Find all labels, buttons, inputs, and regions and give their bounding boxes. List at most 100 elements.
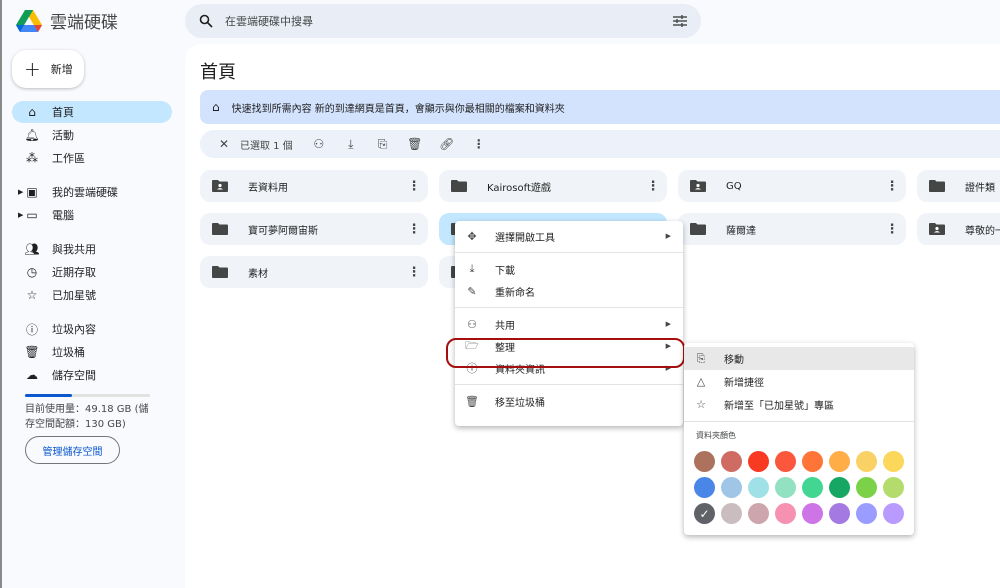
sidebar-item-home[interactable]: ⌂ 首頁 xyxy=(12,101,172,123)
trash-icon[interactable]: 🗑︎ xyxy=(399,137,431,151)
folder-color-swatch[interactable] xyxy=(856,477,877,498)
home-icon: ⌂ xyxy=(28,105,36,119)
rename-icon: ✎ xyxy=(467,284,477,298)
sidebar-item-recent[interactable]: ◷ 近期存取 xyxy=(12,261,172,283)
folder-card[interactable]: Kairosoft遊戲 ⋮ xyxy=(439,170,667,202)
expand-caret-icon[interactable]: ▶ xyxy=(18,211,23,219)
menu-item-download[interactable]: ⤓ 下載 xyxy=(455,258,683,280)
menu-item-move-to-trash[interactable]: 🗑︎ 移至垃圾桶 xyxy=(455,390,683,412)
search-input[interactable]: 在雲端硬碟中搜尋 xyxy=(225,13,673,29)
folder-color-swatch[interactable] xyxy=(802,477,823,498)
submenu-item-move[interactable]: ⎘ 移動 xyxy=(684,347,914,370)
folder-color-swatch[interactable] xyxy=(721,503,742,524)
selection-count: 已選取 1 個 xyxy=(240,140,293,152)
folder-color-swatch[interactable] xyxy=(775,503,796,524)
sidebar-item-my-drive[interactable]: ▶ ▣ 我的雲端硬碟 xyxy=(12,181,172,203)
folder-color-swatch[interactable] xyxy=(829,503,850,524)
folder-color-swatch[interactable] xyxy=(802,503,823,524)
sidebar-item-starred[interactable]: ☆ 已加星號 xyxy=(12,284,172,306)
folder-color-swatch[interactable] xyxy=(694,451,715,472)
info-banner: ⌂ 快速找到所需內容 新的到達網頁是首頁，會顯示與你最相關的檔案和資料夾 xyxy=(200,90,1000,124)
folder-card[interactable]: 薩爾達 ⋮ xyxy=(678,213,906,245)
share-icon[interactable]: ⚇ xyxy=(303,137,335,151)
sidebar-item-workspaces[interactable]: ⁂ 工作區 xyxy=(12,147,172,169)
move-icon: ⎘ xyxy=(696,351,706,365)
sidebar-item-label: 已加星號 xyxy=(52,289,96,302)
sidebar-item-storage[interactable]: ☁︎ 儲存空間 xyxy=(12,364,172,386)
folder-color-swatch[interactable] xyxy=(856,503,877,524)
bell-icon: 🔔︎ xyxy=(24,128,40,142)
folder-color-swatch[interactable] xyxy=(721,477,742,498)
folder-card[interactable]: 證件類⋮ xyxy=(917,170,1000,202)
folder-card[interactable]: 丟資料用 ⋮ xyxy=(200,170,428,202)
menu-item-open-with[interactable]: ✥ 選擇開啟工具 ▶ xyxy=(455,225,683,247)
spam-icon: ⓘ xyxy=(25,322,38,337)
more-options-icon[interactable]: ⋮ xyxy=(643,179,663,194)
menu-item-share[interactable]: ⚇ 共用 ▶ xyxy=(455,313,683,335)
folder-name: 丟資料用 xyxy=(248,182,288,194)
folder-name: GQ xyxy=(726,180,742,192)
more-options-icon[interactable]: ⋮ xyxy=(882,179,902,194)
sidebar-item-spam[interactable]: ⓘ 垃圾內容 xyxy=(12,318,172,340)
sidebar-item-computers[interactable]: ▶ ▭ 電腦 xyxy=(12,204,172,226)
folder-color-label: 資料夾顏色 xyxy=(696,431,736,440)
cloud-icon: ☁︎ xyxy=(26,368,38,382)
search-bar[interactable]: 在雲端硬碟中搜尋 xyxy=(185,4,701,38)
clear-selection-icon[interactable]: ✕ xyxy=(208,137,240,151)
folder-color-swatch[interactable] xyxy=(721,451,742,472)
sidebar-item-trash[interactable]: 🗑︎ 垃圾桶 xyxy=(12,341,172,363)
menu-item-label: 選擇開啟工具 xyxy=(495,232,555,244)
submenu-item-add-starred[interactable]: ☆ 新增至「已加星號」專區 xyxy=(684,393,914,416)
more-options-icon[interactable]: ⋮ xyxy=(404,265,424,280)
share-icon: ⚇ xyxy=(467,317,477,331)
expand-caret-icon[interactable]: ▶ xyxy=(18,188,23,196)
folder-color-swatch[interactable] xyxy=(829,477,850,498)
folder-color-swatch[interactable] xyxy=(775,477,796,498)
new-button[interactable]: + 新增 xyxy=(12,50,84,88)
storage-bar-fill xyxy=(25,394,73,397)
folder-color-swatch[interactable] xyxy=(748,451,769,472)
more-options-icon[interactable]: ⋮ xyxy=(404,179,424,194)
submenu-item-add-shortcut[interactable]: △ 新增捷徑 xyxy=(684,370,914,393)
move-icon[interactable]: ⎘ xyxy=(367,137,399,152)
folder-card[interactable]: 素材 ⋮ xyxy=(200,256,428,288)
search-options-icon[interactable] xyxy=(673,15,687,27)
folder-color-swatch[interactable] xyxy=(829,451,850,472)
search-icon xyxy=(199,14,213,28)
folder-color-swatch[interactable] xyxy=(883,503,904,524)
folder-card[interactable]: 寶可夢阿爾宙斯 ⋮ xyxy=(200,213,428,245)
manage-storage-button[interactable]: 管理儲存空間 xyxy=(25,436,120,464)
folder-color-swatch[interactable] xyxy=(748,503,769,524)
highlight-annotation xyxy=(446,338,685,368)
sidebar-item-label: 垃圾桶 xyxy=(52,346,85,359)
more-options-icon[interactable]: ⋮ xyxy=(404,222,424,237)
download-icon[interactable]: ⤓ xyxy=(335,137,367,152)
menu-divider xyxy=(684,421,914,422)
folder-card[interactable]: 尊敬的一娣⋮ xyxy=(917,213,1000,245)
folder-color-swatch[interactable] xyxy=(748,477,769,498)
link-icon[interactable]: 🔗︎ xyxy=(431,137,463,151)
shortcut-icon: △ xyxy=(696,375,706,388)
folder-color-swatch[interactable] xyxy=(802,451,823,472)
sidebar-item-label: 儲存空間 xyxy=(52,369,96,382)
folder-color-swatch[interactable] xyxy=(883,451,904,472)
more-actions-icon[interactable]: ⋮ xyxy=(463,137,495,151)
folder-color-swatch[interactable] xyxy=(775,451,796,472)
folder-icon xyxy=(212,266,228,278)
more-options-icon[interactable]: ⋮ xyxy=(882,222,902,237)
sidebar-item-activity[interactable]: 🔔︎ 活動 xyxy=(12,124,172,146)
folder-card[interactable]: GQ ⋮ xyxy=(678,170,906,202)
sidebar-item-label: 活動 xyxy=(52,129,74,142)
sidebar-item-shared[interactable]: 👥︎ 與我共用 xyxy=(12,238,172,260)
app-logo[interactable]: 雲端硬碟 xyxy=(16,8,118,33)
folder-color-swatch[interactable] xyxy=(856,451,877,472)
menu-divider xyxy=(455,252,683,253)
menu-item-rename[interactable]: ✎ 重新命名 xyxy=(455,280,683,302)
folder-color-swatch[interactable] xyxy=(883,477,904,498)
open-with-icon: ✥ xyxy=(467,229,477,243)
folder-color-swatch[interactable]: ✓ xyxy=(694,503,715,524)
my-drive-icon: ▣ xyxy=(26,185,38,199)
folder-name: 寶可夢阿爾宙斯 xyxy=(248,225,318,237)
folder-color-swatch[interactable] xyxy=(694,477,715,498)
shared-folder-icon xyxy=(212,180,228,192)
